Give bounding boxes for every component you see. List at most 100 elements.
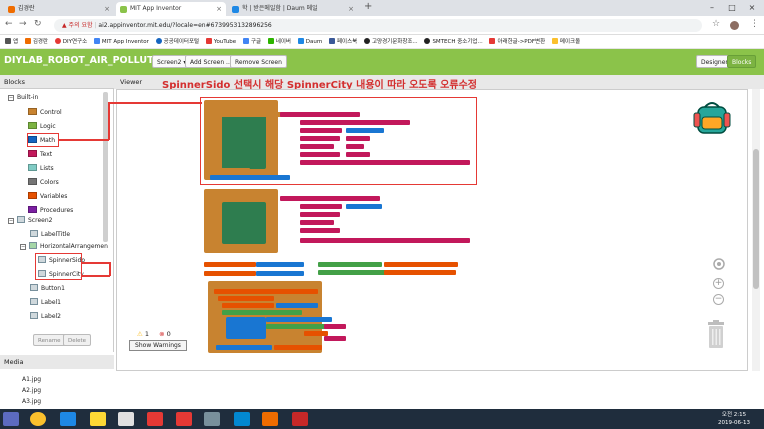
join-block[interactable] [280, 196, 380, 201]
add-screen-button[interactable]: Add Screen ... [185, 55, 237, 68]
folder-icon[interactable] [90, 412, 106, 426]
zoom-out-icon[interactable]: − [713, 294, 724, 305]
response-params[interactable] [214, 289, 318, 294]
bookmark-item[interactable]: Daum [297, 35, 322, 48]
chrome-icon[interactable] [30, 412, 46, 426]
for-each-block[interactable] [222, 310, 302, 315]
back-icon[interactable]: ← [5, 19, 13, 29]
call-block[interactable] [210, 247, 246, 252]
bookmark-item[interactable]: 고양경기문화창조... [363, 35, 418, 48]
bookmark-item[interactable]: 네이버 [267, 35, 291, 48]
app-icon[interactable] [147, 412, 163, 426]
text-block[interactable] [300, 212, 340, 217]
text-block[interactable] [300, 238, 470, 243]
tree-item-procedures[interactable]: Procedures [28, 206, 73, 214]
tree-button1[interactable]: Button1 [30, 284, 65, 292]
url-input[interactable]: ▲ 주의 요함 | ai2.appinventor.mit.edu/?local… [54, 19, 702, 32]
app-icon[interactable] [204, 412, 220, 426]
tree-item-colors[interactable]: Colors [28, 178, 59, 186]
create-empty-list-block[interactable] [256, 271, 304, 276]
scrollbar-thumb[interactable] [753, 149, 759, 289]
bookmark-item[interactable]: 페이스북 [328, 35, 357, 48]
global-variable-block[interactable] [204, 262, 256, 267]
list-block[interactable] [266, 317, 332, 322]
collapse-icon[interactable]: − [8, 218, 14, 224]
text-block[interactable] [324, 324, 346, 329]
tree-item-text[interactable]: Text [28, 150, 52, 158]
tree-item-control[interactable]: Control [28, 108, 62, 116]
maximize-icon[interactable]: □ [722, 0, 742, 16]
avatar[interactable] [730, 21, 739, 30]
add-items-to-list-block[interactable] [226, 317, 266, 339]
app-icon[interactable] [292, 412, 308, 426]
global-variable-block[interactable] [204, 271, 256, 276]
close-window-icon[interactable]: × [742, 0, 762, 16]
zoom-in-icon[interactable]: + [713, 278, 724, 289]
collapse-icon[interactable]: − [8, 95, 14, 101]
bookmark-apps[interactable]: 앱 [5, 35, 18, 48]
close-icon[interactable]: × [104, 2, 110, 16]
tree-label2[interactable]: Label2 [30, 312, 61, 320]
bookmark-item[interactable]: 아래한글->PDF변환 [489, 35, 545, 48]
for-each-block[interactable] [318, 262, 382, 267]
for-each-block[interactable] [318, 270, 388, 275]
close-icon[interactable]: × [216, 2, 222, 16]
bookmark-item[interactable]: 공공데이터포털 [155, 35, 199, 48]
bookmark-star-icon[interactable]: ☆ [712, 19, 720, 29]
delete-button[interactable]: Delete [63, 334, 92, 346]
rename-button[interactable]: Rename [33, 334, 66, 346]
text-block[interactable] [300, 228, 340, 233]
backpack-icon[interactable] [692, 99, 732, 137]
tree-item-variables[interactable]: Variables [28, 192, 67, 200]
create-empty-list-block[interactable] [256, 262, 304, 267]
blocks-button[interactable]: Blocks [727, 55, 757, 68]
text-block[interactable] [300, 220, 334, 225]
tree-screen2[interactable]: − Screen2 [8, 216, 52, 224]
tree-builtin[interactable]: − Built-in [8, 94, 38, 101]
app-icon[interactable] [234, 412, 250, 426]
bookmark-item[interactable]: SMTECH 중소기업... [424, 35, 483, 48]
tab-kimgyeongran[interactable]: 김경란 × [4, 2, 114, 16]
bookmark-item[interactable]: DIY연구소 [54, 35, 87, 48]
tab-daum-mail[interactable]: 학 | 받은메일함 | Daum 메일 × [228, 2, 358, 16]
set-global-block[interactable] [222, 303, 274, 308]
tree-label1[interactable]: Label1 [30, 298, 61, 306]
bookmark-item[interactable]: 김경란 [24, 35, 48, 48]
tree-labeltitle[interactable]: LabelTitle [30, 230, 70, 238]
tree-item-logic[interactable]: Logic [28, 122, 56, 130]
spinner-elements-setter[interactable] [216, 345, 272, 350]
remove-screen-button[interactable]: Remove Screen [230, 55, 287, 68]
menu-icon[interactable]: ⋮ [750, 19, 759, 29]
app-icon[interactable] [118, 412, 134, 426]
set-block-body[interactable] [222, 202, 266, 244]
security-warning-icon[interactable]: ▲ [62, 22, 67, 29]
text-block[interactable] [300, 204, 342, 209]
reload-icon[interactable]: ↻ [34, 19, 42, 29]
create-empty-list-block[interactable] [276, 303, 318, 308]
tab-mit-app-inventor[interactable]: MIT App Inventor × [116, 2, 226, 16]
get-global-block[interactable] [384, 270, 456, 275]
show-warnings-button[interactable]: Show Warnings [129, 340, 187, 351]
bookmark-item[interactable]: MIT App Inventor [93, 35, 149, 48]
bookmark-item[interactable]: 메이크올 [551, 35, 580, 48]
media-file[interactable]: A2.jpg [22, 387, 41, 394]
trash-icon[interactable] [706, 320, 726, 350]
forward-icon[interactable]: → [19, 19, 27, 29]
close-icon[interactable]: × [348, 2, 354, 16]
minimize-icon[interactable]: – [702, 0, 722, 16]
app-icon[interactable] [176, 412, 192, 426]
bookmark-item[interactable]: YouTube [205, 35, 236, 48]
windows-start-icon[interactable] [3, 412, 19, 426]
text-block[interactable] [324, 336, 346, 341]
recenter-icon[interactable] [712, 257, 726, 271]
bookmark-item[interactable]: 구글 [242, 35, 261, 48]
lookup-in-pairs-block[interactable] [266, 324, 332, 329]
get-global-block[interactable] [274, 345, 322, 350]
tree-horizontalarrangement[interactable]: − HorizontalArrangemen [20, 242, 108, 250]
get-global-block[interactable] [384, 262, 458, 267]
new-tab-icon[interactable]: + [364, 1, 372, 12]
spinner-getter-block[interactable] [346, 204, 382, 209]
workspace-scrollbar[interactable] [752, 89, 760, 371]
tree-item-lists[interactable]: Lists [28, 164, 54, 172]
ie-icon[interactable] [60, 412, 76, 426]
